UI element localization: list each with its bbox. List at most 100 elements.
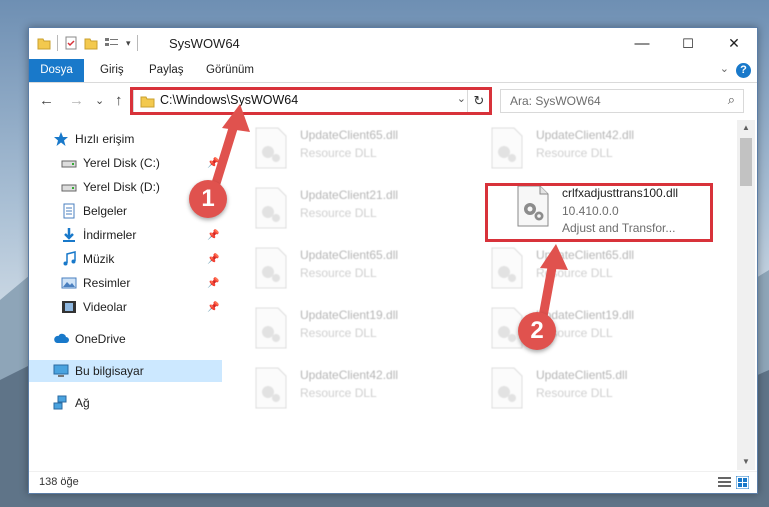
videos-icon — [62, 301, 76, 313]
chevron-down-icon[interactable]: ▾ — [126, 38, 131, 49]
sidebar-item-label: Hızlı erişim — [75, 132, 135, 146]
file-type: Resource DLL — [536, 146, 613, 160]
file-name: UpdateClient21.dll — [300, 188, 399, 202]
computer-icon — [53, 364, 69, 377]
tab-gorunum[interactable]: Görünüm — [206, 59, 254, 82]
file-type: Resource DLL — [300, 326, 377, 340]
file-type: Resource DLL — [300, 146, 377, 160]
file-type: Resource DLL — [300, 206, 377, 220]
navigation-pane: Hızlı erişim Yerel Disk (C:) 📌 Yerel Dis… — [29, 120, 222, 470]
search-input[interactable]: Ara: SysWOW64 ⌕ — [500, 89, 744, 113]
up-button[interactable]: ↑ — [115, 92, 123, 109]
window-title: SysWOW64 — [169, 36, 240, 51]
dll-file-icon — [491, 367, 523, 409]
quick-access-toolbar: ▾ — [37, 35, 138, 51]
documents-icon — [63, 203, 75, 219]
dll-file-icon — [255, 367, 287, 409]
pin-icon[interactable]: 📌 — [207, 278, 219, 289]
sidebar-item-label: Yerel Disk (D:) — [83, 180, 160, 194]
properties-icon[interactable] — [64, 36, 78, 50]
dll-file-icon — [255, 127, 287, 169]
cloud-icon — [54, 333, 69, 343]
tab-paylas[interactable]: Paylaş — [149, 59, 184, 82]
dll-file-icon — [255, 307, 287, 349]
dll-file-icon — [491, 247, 523, 289]
pin-icon[interactable]: 📌 — [207, 230, 219, 241]
sidebar-item-music[interactable]: Müzik 📌 — [29, 248, 222, 270]
minimize-button[interactable]: — — [619, 28, 665, 59]
file-item[interactable]: UpdateClient65.dll Resource DLL — [254, 244, 474, 300]
sidebar-item-pictures[interactable]: Resimler 📌 — [29, 272, 222, 294]
maximize-button[interactable]: ☐ — [665, 28, 711, 59]
pin-icon[interactable]: 📌 — [207, 158, 219, 169]
file-name: UpdateClient19.dll — [300, 308, 399, 322]
dll-file-icon — [255, 187, 287, 229]
scroll-down-icon[interactable]: ▼ — [737, 454, 755, 470]
new-folder-icon[interactable] — [84, 36, 98, 50]
sidebar-item-label: Resimler — [83, 276, 131, 290]
sidebar-item-network[interactable]: Ağ — [29, 392, 222, 414]
explorer-window: ▾ SysWOW64 — ☐ ✕ Dosya Giriş Paylaş Görü… — [28, 27, 758, 494]
file-name: UpdateClient65.dll — [300, 248, 399, 262]
sidebar-item-label: Videolar — [83, 300, 127, 314]
file-name: UpdateClient65.dll — [300, 128, 399, 142]
vertical-scrollbar[interactable]: ▲ ▼ — [737, 120, 755, 470]
chevron-down-icon[interactable]: ⌄ — [720, 62, 729, 75]
file-item[interactable]: UpdateClient65.dll Resource DLL — [490, 244, 710, 300]
sidebar-item-label: Yerel Disk (C:) — [83, 156, 160, 170]
sidebar-item-disk-c[interactable]: Yerel Disk (C:) 📌 — [29, 152, 222, 174]
sidebar-item-quick-access[interactable]: Hızlı erişim — [29, 128, 222, 150]
status-bar: 138 öğe — [29, 471, 757, 493]
details-view-icon[interactable] — [718, 476, 731, 489]
file-name: UpdateClient42.dll — [300, 368, 399, 382]
sidebar-item-label: Ağ — [75, 396, 90, 410]
file-item[interactable]: UpdateClient19.dll Resource DLL — [254, 304, 474, 360]
sidebar-item-downloads[interactable]: İndirmeler 📌 — [29, 224, 222, 246]
file-type: Resource DLL — [300, 386, 377, 400]
title-bar: ▾ SysWOW64 — ☐ ✕ — [29, 28, 757, 59]
pictures-icon — [61, 277, 77, 289]
folder-icon — [37, 38, 51, 50]
scroll-up-icon[interactable]: ▲ — [737, 120, 755, 136]
sidebar-item-label: İndirmeler — [83, 228, 137, 242]
file-type: Resource DLL — [536, 386, 613, 400]
close-button[interactable]: ✕ — [711, 28, 757, 59]
file-type: Resource DLL — [300, 266, 377, 280]
file-list: UpdateClient65.dll Resource DLL UpdateCl… — [250, 120, 735, 470]
navigation-bar: ← → ⌄ ↑ C:\Windows\SysWOW64 ⌄ ↻ Ara: Sys… — [29, 83, 757, 119]
file-type: Resource DLL — [536, 266, 613, 280]
back-button[interactable]: ← — [39, 92, 54, 109]
search-placeholder: Ara: SysWOW64 — [510, 94, 601, 108]
file-item[interactable]: UpdateClient42.dll Resource DLL — [254, 364, 474, 420]
sidebar-item-onedrive[interactable]: OneDrive — [29, 328, 222, 350]
recent-locations-button[interactable]: ⌄ — [95, 94, 104, 107]
scroll-thumb[interactable] — [740, 138, 752, 186]
dll-file-icon — [491, 127, 523, 169]
music-icon — [63, 251, 76, 266]
pin-icon[interactable]: 📌 — [207, 302, 219, 313]
toolbar-divider — [57, 35, 58, 51]
sidebar-item-label: Belgeler — [83, 204, 128, 218]
large-icons-view-icon[interactable] — [736, 476, 749, 489]
pin-icon[interactable]: 📌 — [207, 254, 219, 265]
address-highlight-box — [130, 87, 492, 115]
network-icon — [53, 395, 67, 410]
file-item[interactable]: UpdateClient65.dll Resource DLL — [254, 124, 474, 180]
sidebar-item-videos[interactable]: Videolar 📌 — [29, 296, 222, 318]
tab-giris[interactable]: Giriş — [100, 59, 124, 82]
item-count: 138 öğe — [39, 476, 79, 488]
forward-button[interactable]: → — [69, 92, 84, 109]
sidebar-item-this-pc[interactable]: Bu bilgisayar — [29, 360, 222, 382]
file-name: UpdateClient65.dll — [536, 248, 635, 262]
file-highlight-box — [485, 183, 713, 242]
tab-dosya[interactable]: Dosya — [29, 59, 84, 82]
file-item[interactable]: UpdateClient5.dll Resource DLL — [490, 364, 710, 420]
file-name: UpdateClient42.dll — [536, 128, 635, 142]
file-name: UpdateClient5.dll — [536, 368, 628, 382]
help-icon[interactable]: ? — [736, 63, 751, 78]
file-item[interactable]: UpdateClient42.dll Resource DLL — [490, 124, 710, 180]
view-details-icon[interactable] — [104, 36, 120, 50]
ribbon-tabs: Dosya Giriş Paylaş Görünüm ⌄ ? — [29, 59, 757, 83]
file-item[interactable]: UpdateClient21.dll Resource DLL — [254, 184, 474, 240]
step-badge-2: 2 — [518, 312, 556, 350]
